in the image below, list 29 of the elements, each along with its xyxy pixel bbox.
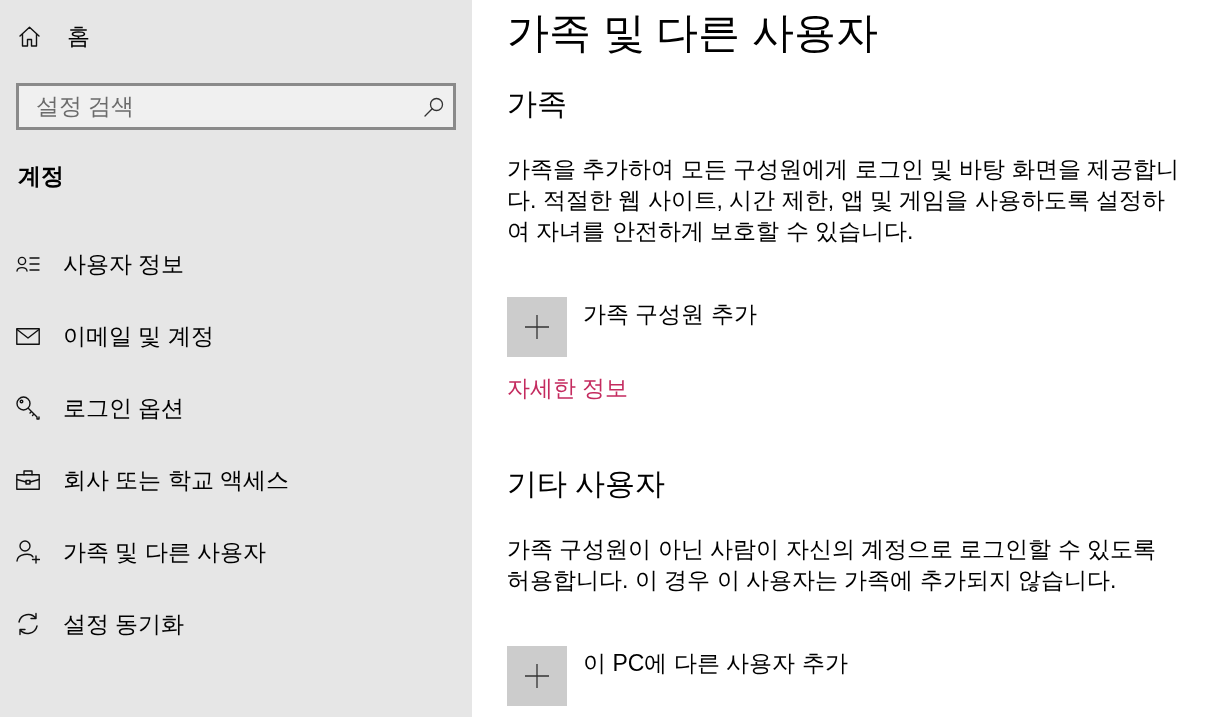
- key-icon: [16, 396, 40, 420]
- section-description: 가족을 추가하여 모든 구성원에게 로그인 및 바탕 화면을 제공합니다. 적절한 웹 사이트, 시간 제한, 앱 및 게임을 사용하도록 설정하여 자녀를 안전하게 보호할 수 있습니다.: [507, 155, 1181, 246]
- sidebar-nav-item[interactable]: 설정 동기화: [0, 588, 201, 660]
- plus-icon: [525, 664, 549, 688]
- more-info-link[interactable]: 자세한 정보: [507, 373, 629, 403]
- plus-icon: [525, 315, 549, 339]
- add-button[interactable]: 이 PC에 다른 사용자 추가: [507, 646, 848, 706]
- sidebar-nav-item[interactable]: 로그인 옵션: [0, 372, 201, 444]
- section-heading: 기타 사용자: [507, 466, 667, 502]
- home-nav-item[interactable]: 홈: [0, 16, 106, 56]
- sidebar-nav-item[interactable]: 회사 또는 학교 액세스: [0, 444, 306, 516]
- page-title: 가족 및 다른 사용자: [507, 8, 879, 58]
- section-heading: 가족: [507, 86, 568, 122]
- add-button[interactable]: 가족 구성원 추가: [507, 297, 757, 357]
- person-plus-icon: [16, 540, 40, 564]
- search-icon: [424, 96, 444, 117]
- briefcase-icon: [16, 470, 40, 490]
- home-icon: [19, 25, 40, 47]
- search-field[interactable]: 설정 검색: [16, 83, 456, 130]
- sidebar-nav-item[interactable]: 사용자 정보: [0, 228, 201, 300]
- section-title: 계정: [18, 162, 64, 191]
- sidebar-nav-item[interactable]: 이메일 및 계정: [0, 300, 230, 372]
- add-button-label: 가족 구성원 추가: [583, 300, 757, 329]
- envelope-icon: [16, 327, 40, 345]
- user-list-icon: [16, 256, 40, 272]
- sync-icon: [16, 612, 40, 636]
- section-description: 가족 구성원이 아닌 사람이 자신의 계정으로 로그인할 수 있도록 허용합니다. 이 경우 이 사용자는 가족에 추가되지 않습니다.: [507, 535, 1158, 595]
- sidebar-nav-item[interactable]: 가족 및 다른 사용자: [0, 516, 283, 588]
- add-button-label: 이 PC에 다른 사용자 추가: [583, 649, 848, 678]
